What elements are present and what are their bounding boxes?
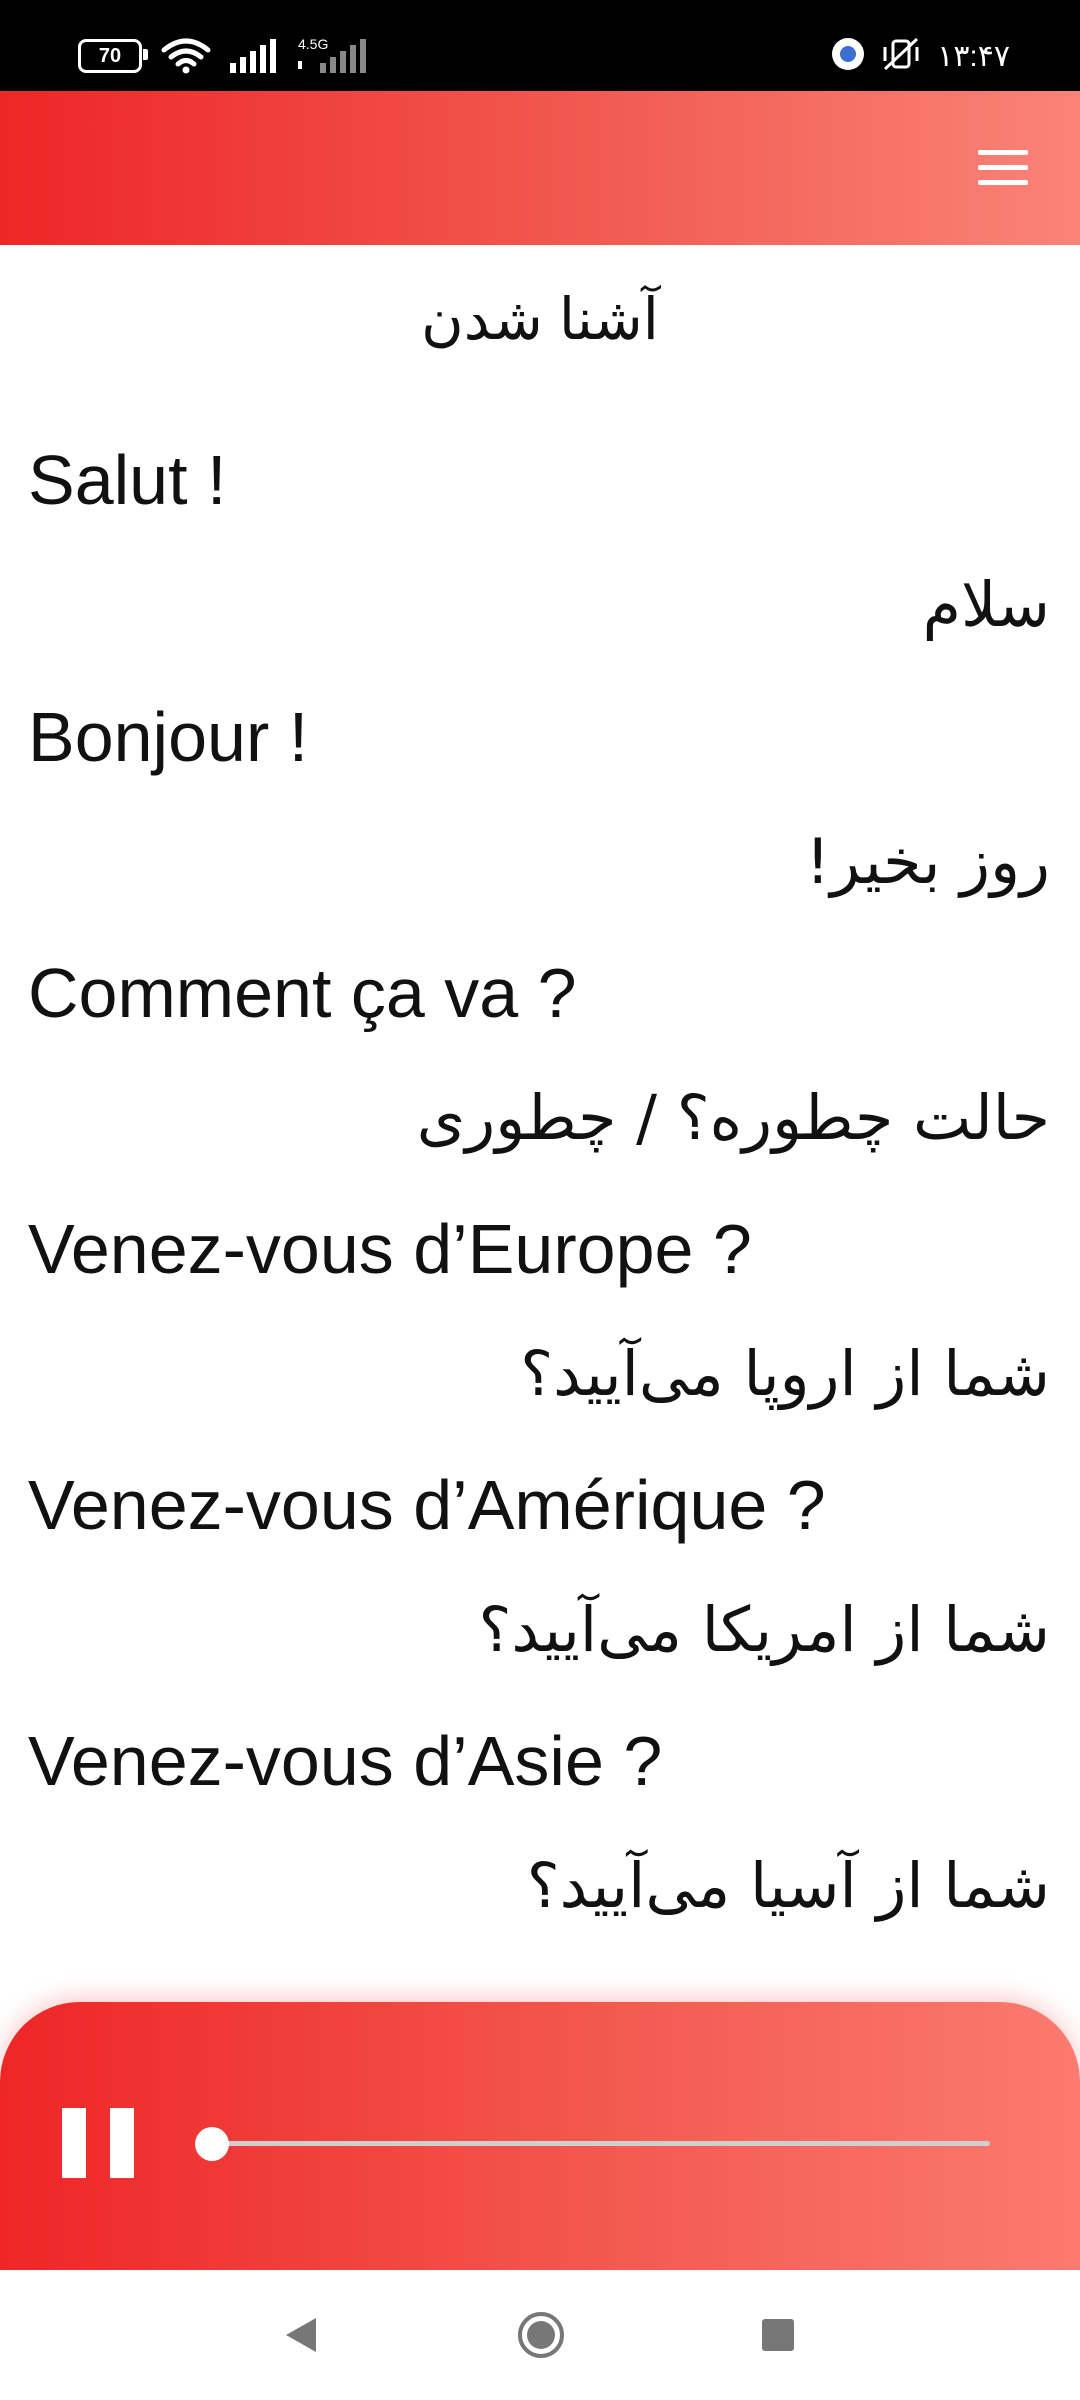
battery-level: 70 [98,44,122,67]
status-left-group: 70 4.5G [78,36,366,76]
network-type-label: 4.5G [298,36,329,52]
status-right-group: ۱۳:۴۷ [831,34,1010,78]
home-icon[interactable] [516,2310,566,2360]
phrase-persian: شما از آسیا می‌آیید؟ [526,1849,1050,1922]
pause-icon[interactable] [62,2108,134,2178]
phrase-persian: شما از امریکا می‌آیید؟ [478,1593,1050,1666]
phrase-french: Comment ça va ? [28,954,577,1032]
signal-icon [230,39,280,73]
wifi-icon [160,38,212,74]
system-nav-bar [0,2270,1080,2400]
phrase-persian: روز بخیر! [805,825,1050,898]
status-bar: 70 4.5G ۱۳:۴۷ [0,0,1080,91]
muted-vibrate-icon [881,37,921,76]
phrase-french: Salut ! [28,441,227,519]
hamburger-menu-icon[interactable] [974,140,1030,196]
phrase-french: Bonjour ! [28,698,309,776]
recent-apps-icon[interactable] [753,2310,803,2360]
phrase-french: Venez-vous d’Amérique ? [28,1466,826,1544]
lesson-title: آشنا شدن [421,287,659,352]
phrase-french: Venez-vous d’Asie ? [28,1722,663,1800]
seek-track [211,2141,990,2146]
back-icon[interactable] [276,2310,326,2360]
phrase-persian: حالت چطوره؟ / چطوری [416,1081,1050,1154]
app-bar [0,91,1080,245]
phrase-persian: سلام [922,568,1050,641]
phrase-persian: شما از اروپا می‌آیید؟ [520,1337,1050,1410]
battery-icon: 70 [78,39,148,73]
app-notification-icon [831,37,865,76]
lesson-content[interactable]: آشنا شدن Salut ! سلام Bonjour ! روز بخیر… [0,245,1080,2000]
seek-thumb[interactable] [195,2127,229,2161]
audio-player [0,2002,1080,2270]
audio-seek-bar[interactable] [195,2125,990,2161]
phrase-french: Venez-vous d’Europe ? [28,1210,752,1288]
signal-4g-icon: 4.5G [298,36,366,73]
clock: ۱۳:۴۷ [937,39,1010,73]
